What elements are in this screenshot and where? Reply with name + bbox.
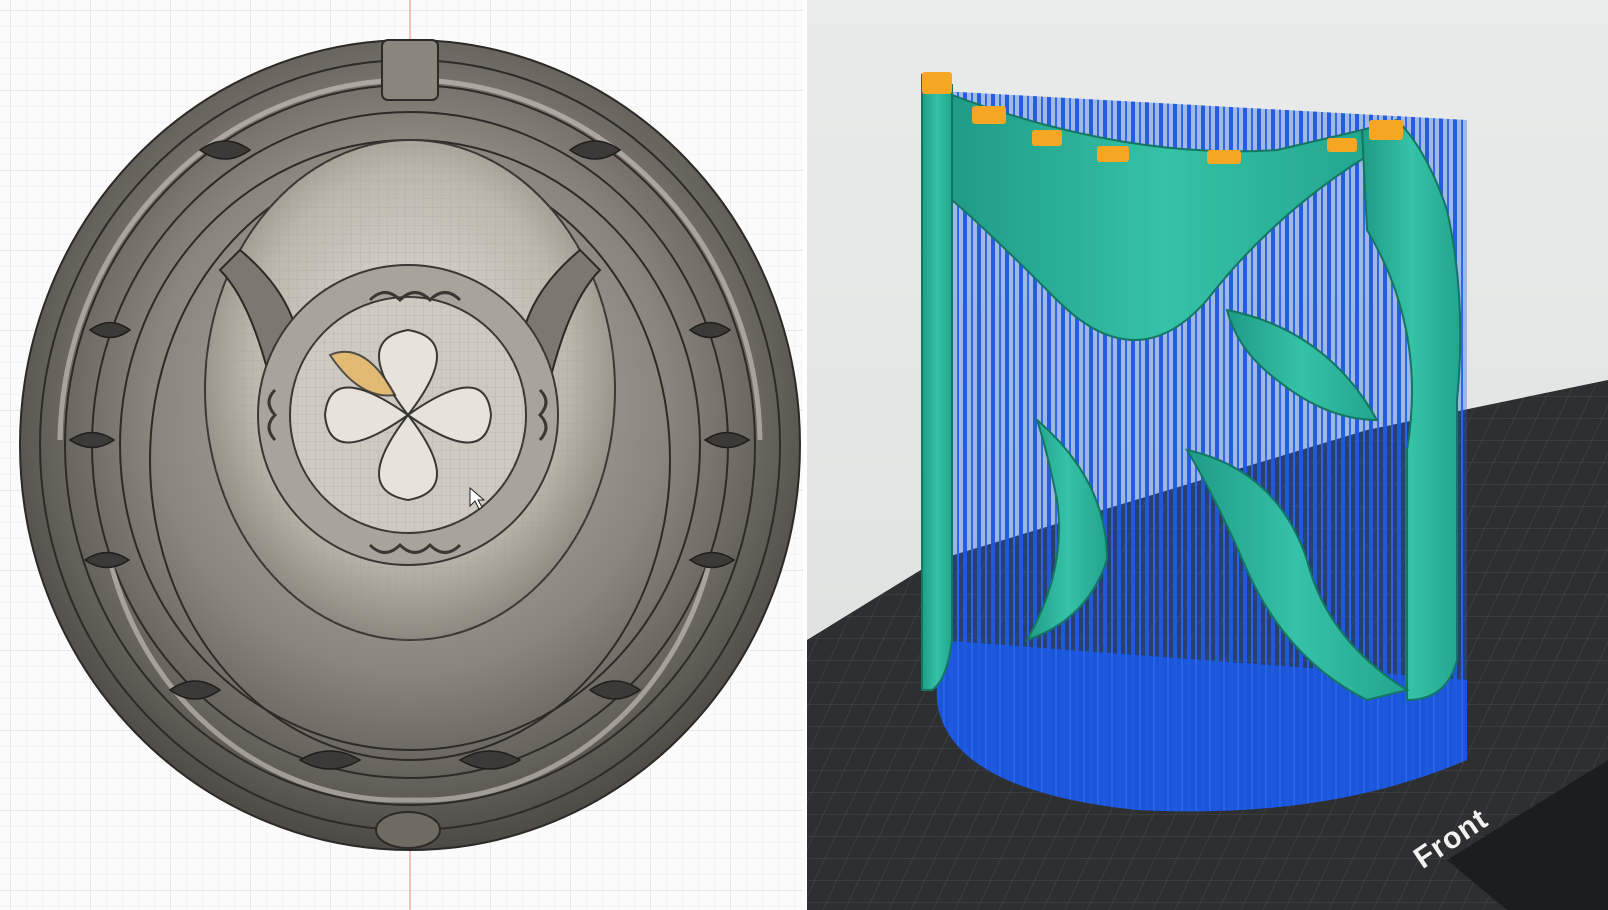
cad-canvas[interactable] [0, 0, 803, 910]
medallion [257, 264, 559, 566]
slicer-viewport[interactable] [807, 0, 1608, 910]
slicer-canvas[interactable] [807, 0, 1608, 910]
cad-viewport[interactable] [0, 0, 803, 910]
sphere-model[interactable] [19, 39, 801, 851]
